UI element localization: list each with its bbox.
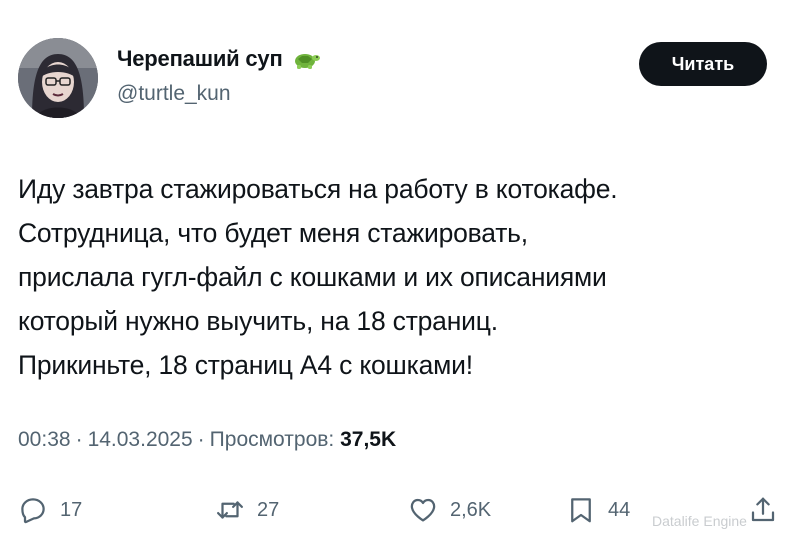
tweet-line: прислала гугл-файл с кошками и их описан…: [18, 262, 607, 292]
avatar[interactable]: [18, 38, 98, 118]
retweet-icon: [217, 501, 243, 519]
views-label: Просмотров:: [209, 428, 335, 451]
turtle-icon: [294, 54, 320, 69]
share-button[interactable]: [748, 490, 778, 530]
tweet-date[interactable]: 14.03.2025: [88, 428, 193, 451]
meta-separator: ·: [75, 428, 83, 451]
author-display-name[interactable]: Черепаший суп: [117, 46, 283, 72]
share-icon: [751, 497, 775, 522]
heart-icon: [410, 498, 436, 522]
tweet-line: Сотрудница, что будет меня стажировать,: [18, 218, 528, 248]
views-count: 37,5K: [340, 428, 397, 451]
tweet-meta: 00:38 · 14.03.2025 · Просмотров: 37,5K: [18, 428, 396, 452]
tweet-line: Прикиньте, 18 страниц А4 с кошками!: [18, 350, 473, 380]
reply-icon: [21, 498, 45, 524]
bookmark-count: 44: [608, 498, 631, 521]
reply-count: 17: [60, 498, 83, 521]
tweet-line: который нужно выучить, на 18 страниц.: [18, 306, 498, 336]
author-handle[interactable]: @turtle_kun: [117, 82, 231, 106]
bookmark-icon: [571, 498, 591, 523]
reply-button[interactable]: 17: [18, 490, 82, 530]
watermark: Datalife Engine: [652, 513, 747, 529]
tweet-text: Иду завтра стажироваться на работу в кот…: [18, 167, 788, 387]
meta-separator: ·: [197, 428, 205, 451]
like-button[interactable]: 2,6K: [408, 490, 491, 530]
tweet-line: Иду завтра стажироваться на работу в кот…: [18, 174, 618, 204]
author-name-row: Черепаший суп: [117, 46, 321, 72]
bookmark-button[interactable]: 44: [566, 490, 630, 530]
read-button[interactable]: Читать: [639, 42, 767, 86]
retweet-count: 27: [257, 498, 280, 521]
retweet-button[interactable]: 27: [215, 490, 279, 530]
like-count: 2,6K: [450, 498, 492, 521]
tweet-time[interactable]: 00:38: [18, 428, 71, 451]
